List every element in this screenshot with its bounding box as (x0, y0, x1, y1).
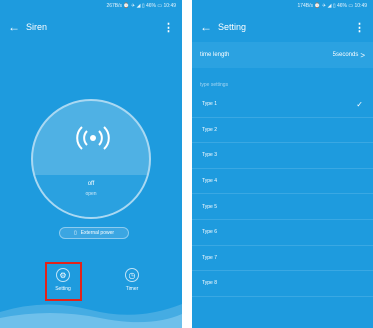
status-bar: 174B/s ⌚ ✈ ◢ ▯ 46% ▭ 10:49 (192, 0, 373, 12)
clock-icon: ◷ (125, 268, 139, 282)
page-title: Siren (26, 22, 48, 32)
type-label: Type 4 (202, 178, 218, 185)
siren-wave-icon (76, 126, 110, 150)
type-row[interactable]: Type 1 ✓ (192, 92, 373, 118)
type-label: Type 3 (202, 152, 218, 159)
external-power-button[interactable]: ▯ External power (59, 227, 129, 239)
type-label: Type 8 (202, 280, 218, 287)
bottom-waves (0, 304, 182, 328)
type-list: Type 1 ✓ Type 2 Type 3 Type 4 Type 5 Type… (192, 92, 373, 297)
siren-screen: 267B/s ⌚ ✈ ◢ ▯ 46% ▭ 10:49 ← Siren ⋮ off… (0, 0, 182, 328)
plug-icon: ▯ (73, 230, 77, 236)
more-options-icon[interactable]: ⋮ (163, 21, 174, 34)
type-row[interactable]: Type 4 (192, 169, 373, 195)
app-bar: ← Siren ⋮ (0, 12, 182, 42)
status-icons: 174B/s ⌚ ✈ ◢ ▯ 46% ▭ 10:49 (297, 3, 367, 9)
status-icons: 267B/s ⌚ ✈ ◢ ▯ 46% ▭ 10:49 (106, 3, 176, 9)
type-row[interactable]: Type 8 (192, 271, 373, 297)
time-length-label: time length (200, 52, 230, 58)
app-bar: ← Setting ⋮ (192, 12, 373, 42)
status-bar: 267B/s ⌚ ✈ ◢ ▯ 46% ▭ 10:49 (0, 0, 182, 12)
type-label: Type 1 (202, 101, 218, 108)
back-arrow-icon[interactable]: ← (8, 20, 26, 34)
setting-screen: 174B/s ⌚ ✈ ◢ ▯ 46% ▭ 10:49 ← Setting ⋮ t… (192, 0, 373, 328)
type-row[interactable]: Type 6 (192, 220, 373, 246)
chevron-right-icon: > (360, 50, 365, 60)
siren-toggle-circle[interactable]: off open (31, 99, 151, 219)
type-settings-header: type settings (200, 82, 229, 88)
external-power-label: External power (80, 230, 115, 236)
type-row[interactable]: Type 5 (192, 194, 373, 220)
type-label: Type 5 (202, 203, 218, 210)
type-row[interactable]: Type 2 (192, 118, 373, 144)
time-length-row[interactable]: time length 5seconds > (192, 42, 373, 68)
type-label: Type 7 (202, 254, 218, 261)
type-label: Type 2 (202, 126, 218, 133)
type-row[interactable]: Type 3 (192, 143, 373, 169)
back-arrow-icon[interactable]: ← (200, 20, 218, 34)
time-length-value: 5seconds (332, 52, 359, 58)
page-title: Setting (218, 22, 247, 32)
more-options-icon[interactable]: ⋮ (354, 21, 365, 34)
type-label: Type 6 (202, 229, 218, 236)
siren-state-sub: open (85, 191, 97, 197)
siren-state: off (87, 181, 95, 187)
checkmark-icon: ✓ (356, 99, 363, 109)
type-row[interactable]: Type 7 (192, 246, 373, 272)
